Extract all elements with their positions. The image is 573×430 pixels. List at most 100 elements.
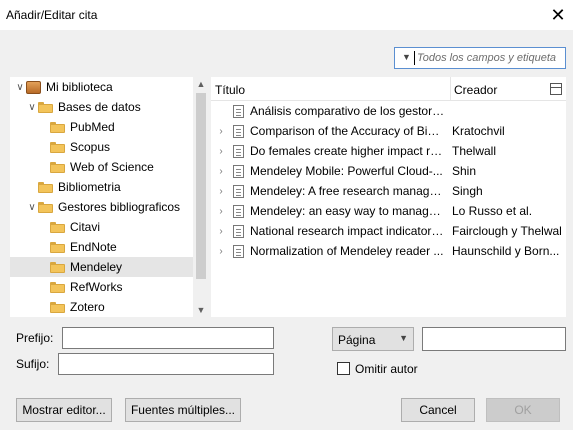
tree-item[interactable]: Citavi <box>10 217 194 237</box>
tree-item-label: Mendeley <box>70 260 123 274</box>
row-title: Análisis comparativo de los gestore... <box>250 104 446 118</box>
list-row[interactable]: › Mendeley: an easy way to manage, ... Lo … <box>211 201 566 221</box>
chevron-right-icon[interactable]: › <box>215 166 227 177</box>
list-row[interactable]: › Do females create higher impact re... Th… <box>211 141 566 161</box>
column-header-title[interactable]: Título <box>215 83 245 97</box>
tree-item-label: Zotero <box>70 300 105 314</box>
tree-item-label: Bibliometria <box>58 180 121 194</box>
search-mode-dropdown-icon[interactable]: ▼ <box>402 52 411 62</box>
prefix-input[interactable] <box>62 327 274 349</box>
search-input[interactable] <box>415 49 563 67</box>
document-icon <box>233 184 244 198</box>
row-creator: Thelwall <box>452 144 497 158</box>
locator-input[interactable] <box>422 327 566 351</box>
row-creator: Shin <box>452 164 477 178</box>
close-icon[interactable]: ✕ <box>543 0 573 30</box>
chevron-down-icon: ▼ <box>399 333 408 343</box>
document-icon <box>233 224 244 238</box>
tree-item[interactable]: ∨ Gestores bibliograficos <box>10 197 194 217</box>
prefix-label: Prefijo: <box>16 331 54 345</box>
folder-icon <box>50 221 65 233</box>
tree-item[interactable]: Web of Science <box>10 157 194 177</box>
tree-item[interactable]: Bibliometria <box>10 177 194 197</box>
scroll-down-icon[interactable]: ▼ <box>193 303 209 317</box>
chevron-right-icon[interactable]: › <box>215 186 227 197</box>
folder-icon <box>50 121 65 133</box>
document-icon <box>233 104 244 118</box>
folder-icon <box>38 101 53 113</box>
chevron-right-icon[interactable]: › <box>215 246 227 257</box>
row-creator: Kratochvil <box>452 124 505 138</box>
chevron-right-icon[interactable]: › <box>215 146 227 157</box>
folder-icon <box>38 181 53 193</box>
cancel-button[interactable]: Cancel <box>401 398 475 422</box>
locator-value: Página <box>338 333 376 347</box>
row-title: Mendeley: A free research manage... <box>250 184 446 198</box>
folder-icon <box>38 201 53 213</box>
folder-icon <box>50 301 65 313</box>
omit-author-checkbox[interactable] <box>337 362 350 375</box>
row-title: Do females create higher impact re... <box>250 144 446 158</box>
tree-item[interactable]: Scopus <box>10 137 194 157</box>
column-picker-icon[interactable] <box>550 83 562 95</box>
tree-item[interactable]: ∨ Mi biblioteca <box>10 77 194 97</box>
row-title: Mendeley Mobile: Powerful Cloud-... <box>250 164 443 178</box>
row-title: Comparison of the Accuracy of Bibl... <box>250 124 446 138</box>
chevron-right-icon[interactable]: › <box>215 226 227 237</box>
column-header-creator[interactable]: Creador <box>454 83 497 97</box>
tree-item-label: Scopus <box>70 140 111 154</box>
suffix-label: Sufijo: <box>16 357 50 371</box>
row-title: National research impact indicators... <box>250 224 446 238</box>
scrollbar-thumb[interactable] <box>196 93 206 279</box>
ok-button[interactable]: OK <box>486 398 560 422</box>
tree-item-label: EndNote <box>70 240 117 254</box>
list-header: Título Creador <box>211 77 566 101</box>
omit-author-label: Omitir autor <box>355 362 418 376</box>
row-title: Mendeley: an easy way to manage, ... <box>250 204 446 218</box>
scroll-up-icon[interactable]: ▲ <box>193 77 209 91</box>
tree-item-label: Citavi <box>70 220 101 234</box>
multiple-sources-button[interactable]: Fuentes múltiples... <box>125 398 241 422</box>
list-row[interactable]: › Comparison of the Accuracy of Bibl... Kr… <box>211 121 566 141</box>
collection-tree[interactable]: ∨ Mi biblioteca ∨ Bases de datos PubMed Scopu… <box>10 77 209 317</box>
item-list[interactable]: Título Creador Análisis comparativo de l… <box>211 77 566 317</box>
column-divider[interactable] <box>450 77 451 101</box>
tree-item[interactable]: Mendeley <box>10 257 194 277</box>
folder-icon <box>50 141 65 153</box>
folder-icon <box>50 261 65 273</box>
list-row[interactable]: › National research impact indicators... F… <box>211 221 566 241</box>
tree-item[interactable]: PubMed <box>10 117 194 137</box>
tree-scrollbar[interactable]: ▲ ▼ <box>193 77 209 317</box>
row-creator: Lo Russo et al. <box>452 204 533 218</box>
search-field[interactable]: ▼ <box>394 47 566 69</box>
row-title: Normalization of Mendeley reader ... <box>250 244 444 258</box>
tree-item-label: Mi biblioteca <box>46 80 113 94</box>
row-creator: Haunschild y Born... <box>452 244 560 258</box>
document-icon <box>233 204 244 218</box>
tree-item[interactable]: RefWorks <box>10 277 194 297</box>
list-row[interactable]: › Mendeley: A free research manage... Sing… <box>211 181 566 201</box>
list-row[interactable]: › Normalization of Mendeley reader ... Hau… <box>211 241 566 261</box>
folder-icon <box>50 281 65 293</box>
tree-item[interactable]: Zotero <box>10 297 194 317</box>
chevron-right-icon[interactable]: › <box>215 126 227 137</box>
tree-item-label: Bases de datos <box>58 100 141 114</box>
suffix-input[interactable] <box>58 353 274 375</box>
expand-toggle-icon[interactable]: ∨ <box>14 82 26 93</box>
locator-select[interactable]: Página ▼ <box>332 327 414 351</box>
folder-icon <box>50 241 65 253</box>
tree-item-label: RefWorks <box>70 280 123 294</box>
document-icon <box>233 244 244 258</box>
tree-item[interactable]: ∨ Bases de datos <box>10 97 194 117</box>
tree-item-label: PubMed <box>70 120 115 134</box>
list-row[interactable]: Análisis comparativo de los gestore... <box>211 101 566 121</box>
tree-item[interactable]: EndNote <box>10 237 194 257</box>
show-editor-button[interactable]: Mostrar editor... <box>16 398 112 422</box>
folder-icon <box>50 161 65 173</box>
expand-toggle-icon[interactable]: ∨ <box>26 102 38 113</box>
window-title: Añadir/Editar cita <box>6 8 98 22</box>
list-row[interactable]: › Mendeley Mobile: Powerful Cloud-... Shin <box>211 161 566 181</box>
row-creator: Singh <box>452 184 483 198</box>
chevron-right-icon[interactable]: › <box>215 206 227 217</box>
expand-toggle-icon[interactable]: ∨ <box>26 202 38 213</box>
